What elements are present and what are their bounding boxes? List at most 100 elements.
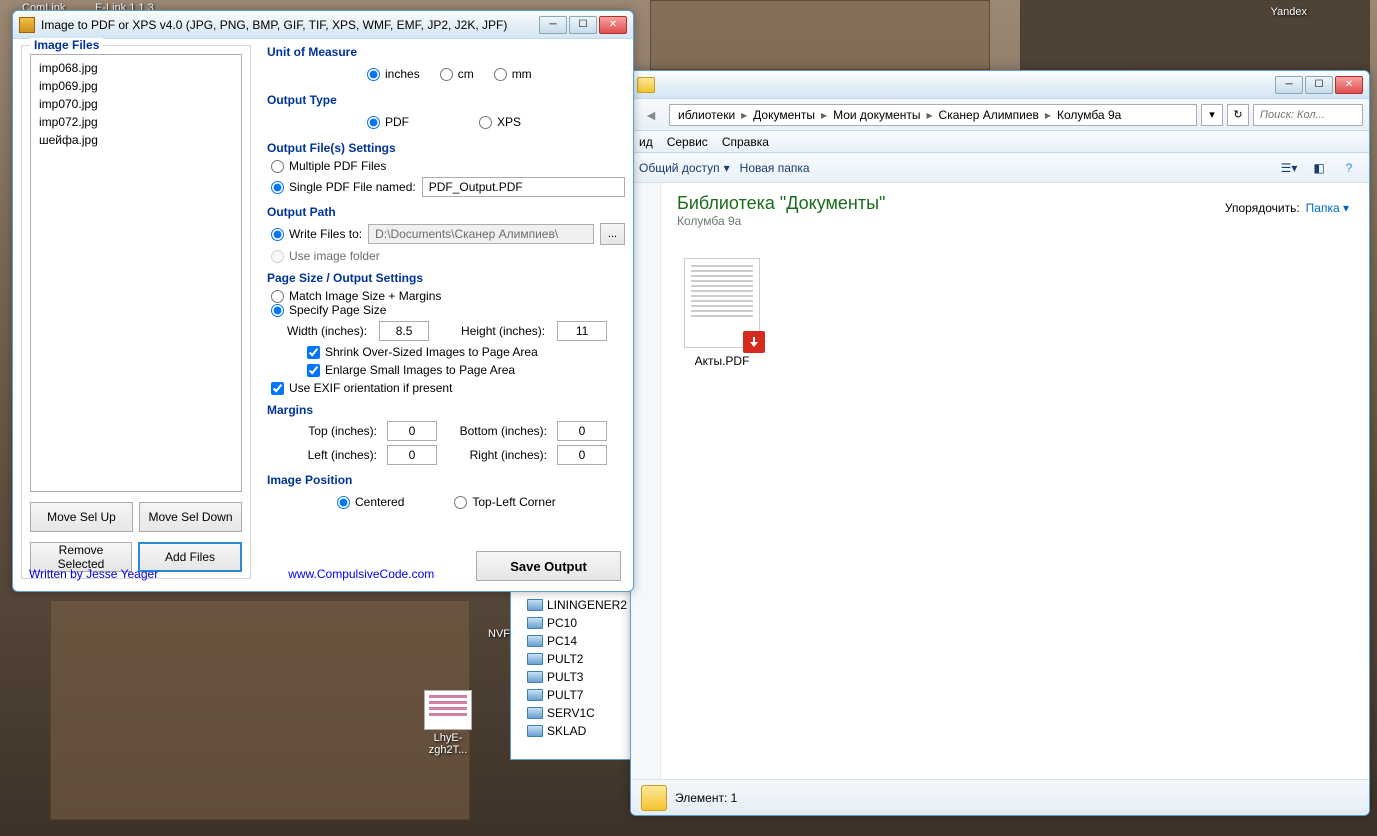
website-link[interactable]: www.CompulsiveCode.com xyxy=(288,567,434,581)
menu-help[interactable]: Справка xyxy=(722,135,769,149)
output-type-label: Output Type xyxy=(267,93,625,107)
preview-pane-button[interactable]: ◧ xyxy=(1307,157,1331,179)
menu-tools[interactable]: Сервис xyxy=(667,135,708,149)
pdf-badge-icon xyxy=(743,331,765,353)
crumb[interactable]: Колумба 9а xyxy=(1053,108,1125,122)
explorer-body: Библиотека "Документы" Колумба 9а Упоряд… xyxy=(631,183,1369,779)
margin-top-input[interactable] xyxy=(387,421,437,441)
help-button[interactable]: ? xyxy=(1337,157,1361,179)
radio-single-pdf[interactable]: Single PDF File named: xyxy=(271,180,416,194)
list-item[interactable]: imp068.jpg xyxy=(31,59,241,77)
folder-icon xyxy=(641,785,667,811)
view-mode-button[interactable]: ☰▾ xyxy=(1277,157,1301,179)
search-input[interactable] xyxy=(1253,104,1363,126)
minimize-button[interactable]: ─ xyxy=(539,16,567,34)
desktop-shortcut-yandex[interactable]: Yandex xyxy=(1271,6,1308,18)
computer-icon xyxy=(527,617,543,629)
margin-bottom-label: Bottom (inches): xyxy=(447,424,547,438)
status-text: Элемент: 1 xyxy=(675,791,737,805)
margin-left-input[interactable] xyxy=(387,445,437,465)
radio-inches[interactable]: inches xyxy=(367,67,420,81)
output-filename-input[interactable] xyxy=(422,177,625,197)
maximize-button[interactable]: ☐ xyxy=(1305,76,1333,94)
computer-icon xyxy=(527,599,543,611)
output-path-input[interactable] xyxy=(368,224,594,244)
browse-button[interactable]: ... xyxy=(600,223,625,245)
radio-cm[interactable]: cm xyxy=(440,67,474,81)
page-size-label: Page Size / Output Settings xyxy=(267,271,625,285)
chevron-right-icon: ▸ xyxy=(1043,108,1053,122)
crumb[interactable]: иблиотеки xyxy=(674,108,739,122)
radio-match-image-size[interactable]: Match Image Size + Margins xyxy=(271,289,625,303)
move-up-button[interactable]: Move Sel Up xyxy=(30,502,133,532)
file-label: LhyE-zgh2T... xyxy=(418,732,478,756)
file-item-pdf[interactable]: Акты.PDF xyxy=(677,258,767,368)
minimize-button[interactable]: ─ xyxy=(1275,76,1303,94)
desktop-decor xyxy=(1020,0,1370,80)
margin-top-label: Top (inches): xyxy=(297,424,377,438)
radio-pdf[interactable]: PDF xyxy=(367,115,409,129)
unit-of-measure-label: Unit of Measure xyxy=(267,45,625,59)
crumb[interactable]: Документы xyxy=(749,108,819,122)
arrange-link[interactable]: Папка ▾ xyxy=(1306,201,1349,215)
list-item[interactable]: шейфа.jpg xyxy=(31,131,241,149)
margin-right-label: Right (inches): xyxy=(447,448,547,462)
computer-icon xyxy=(527,635,543,647)
close-button[interactable]: ✕ xyxy=(1335,76,1363,94)
address-bar: ◄ иблиотеки▸ Документы▸ Мои документы▸ С… xyxy=(631,99,1369,131)
crumb[interactable]: Мои документы xyxy=(829,108,924,122)
computer-icon xyxy=(527,707,543,719)
computer-icon xyxy=(527,725,543,737)
move-down-button[interactable]: Move Sel Down xyxy=(139,502,242,532)
checkbox-enlarge[interactable]: Enlarge Small Images to Page Area xyxy=(307,363,515,377)
desktop-file[interactable]: LhyE-zgh2T... xyxy=(418,690,478,756)
crumb[interactable]: Сканер Алимпиев xyxy=(935,108,1043,122)
pdf-titlebar[interactable]: Image to PDF or XPS v4.0 (JPG, PNG, BMP,… xyxy=(13,11,633,39)
desktop-decor xyxy=(50,600,470,820)
pdf-converter-window: Image to PDF or XPS v4.0 (JPG, PNG, BMP,… xyxy=(12,10,634,592)
dropdown-button[interactable]: ▾ xyxy=(1201,104,1223,126)
nav-back-button[interactable]: ◄ xyxy=(637,103,665,127)
explorer-navpane-edge[interactable] xyxy=(631,183,661,779)
image-files-label: Image Files xyxy=(30,38,103,52)
radio-write-files-to[interactable]: Write Files to: xyxy=(271,227,362,241)
chevron-right-icon: ▸ xyxy=(819,108,829,122)
height-input[interactable] xyxy=(557,321,607,341)
folder-icon xyxy=(637,77,655,93)
toolbar-share[interactable]: Общий доступ ▾ xyxy=(639,161,730,175)
file-label: Акты.PDF xyxy=(695,354,750,368)
margin-right-input[interactable] xyxy=(557,445,607,465)
save-output-button[interactable]: Save Output xyxy=(476,551,621,581)
maximize-button[interactable]: ☐ xyxy=(569,16,597,34)
list-item[interactable]: imp070.jpg xyxy=(31,95,241,113)
checkbox-shrink[interactable]: Shrink Over-Sized Images to Page Area xyxy=(307,345,538,359)
margin-bottom-input[interactable] xyxy=(557,421,607,441)
image-file-list[interactable]: imp068.jpg imp069.jpg imp070.jpg imp072.… xyxy=(30,54,242,492)
breadcrumb[interactable]: иблиотеки▸ Документы▸ Мои документы▸ Ска… xyxy=(669,104,1197,126)
margins-label: Margins xyxy=(267,403,625,417)
explorer-titlebar[interactable]: ─ ☐ ✕ xyxy=(631,71,1369,99)
close-button[interactable]: ✕ xyxy=(599,16,627,34)
author-link[interactable]: Written by Jesse Yeager xyxy=(29,567,158,581)
explorer-statusbar: Элемент: 1 xyxy=(631,779,1369,815)
list-item[interactable]: imp072.jpg xyxy=(31,113,241,131)
checkbox-use-exif[interactable]: Use EXIF orientation if present xyxy=(271,381,452,395)
toolbar-new-folder[interactable]: Новая папка xyxy=(740,161,810,175)
radio-multiple-pdf[interactable]: Multiple PDF Files xyxy=(271,159,625,173)
radio-xps[interactable]: XPS xyxy=(479,115,521,129)
radio-mm[interactable]: mm xyxy=(494,67,532,81)
explorer-file-area[interactable]: Библиотека "Документы" Колумба 9а Упоряд… xyxy=(661,183,1369,779)
radio-centered[interactable]: Centered xyxy=(337,495,404,509)
computer-icon xyxy=(527,689,543,701)
desktop-shortcut-nvr[interactable]: NVF xyxy=(488,628,510,640)
list-item[interactable]: imp069.jpg xyxy=(31,77,241,95)
width-input[interactable] xyxy=(379,321,429,341)
menu-view[interactable]: ид xyxy=(639,135,653,149)
refresh-button[interactable]: ↻ xyxy=(1227,104,1249,126)
radio-top-left-corner[interactable]: Top-Left Corner xyxy=(454,495,555,509)
app-icon xyxy=(19,17,35,33)
output-files-settings-label: Output File(s) Settings xyxy=(267,141,625,155)
radio-specify-page-size[interactable]: Specify Page Size xyxy=(271,303,625,317)
radio-use-image-folder[interactable]: Use image folder xyxy=(271,249,625,263)
explorer-toolbar: Общий доступ ▾ Новая папка ☰▾ ◧ ? xyxy=(631,153,1369,183)
